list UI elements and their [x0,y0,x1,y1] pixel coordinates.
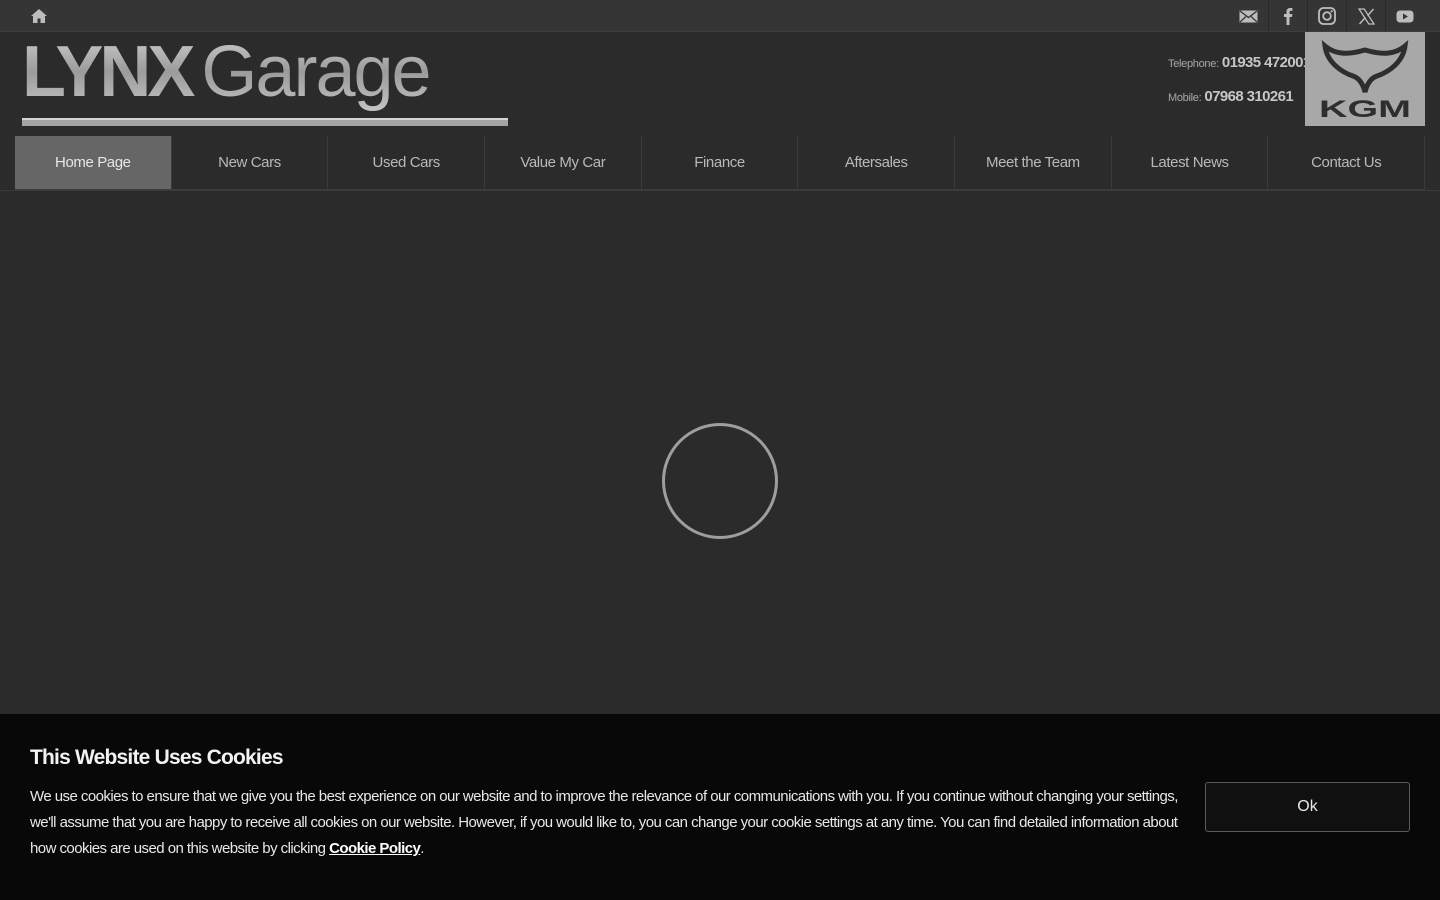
cookie-text-end: . [420,840,424,857]
cookie-banner: This Website Uses Cookies We use cookies… [0,714,1440,900]
telephone-row: Telephone: 01935 472001 [1168,54,1311,88]
cookie-title: This Website Uses Cookies [30,746,284,769]
cookie-text: We use cookies to ensure that we give yo… [30,784,1180,862]
email-link[interactable] [1229,0,1268,32]
nav-item-contact-us[interactable]: Contact Us [1268,136,1426,189]
facebook-link[interactable] [1268,0,1307,32]
home-link[interactable] [24,6,54,26]
x-icon [1357,7,1375,25]
mobile-row: Mobile: 07968 310261 [1168,88,1308,122]
instagram-link[interactable] [1307,0,1346,32]
nav-item-aftersales[interactable]: Aftersales [798,136,956,189]
email-icon [1239,9,1258,22]
contact-info: Telephone: 01935 472001 Mobile: 07968 31… [1168,54,1311,122]
mobile-label: Mobile: [1168,92,1202,104]
site-logo[interactable]: LYNX Garage [22,32,508,130]
logo-lynx-word: LYNX [22,34,195,112]
kgm-logo-text: KGM [1319,96,1411,123]
youtube-icon [1396,10,1414,22]
nav-item-home-page[interactable]: Home Page [15,136,172,189]
nav-item-value-my-car[interactable]: Value My Car [485,136,642,189]
kgm-brand-logo[interactable]: KGM [1305,32,1425,126]
top-bar [0,0,1440,32]
youtube-link[interactable] [1385,0,1424,32]
nav-item-used-cars[interactable]: Used Cars [328,136,486,189]
cookie-policy-link[interactable]: Cookie Policy [329,840,421,857]
cookie-ok-button[interactable]: Ok [1205,782,1410,832]
loading-spinner [662,423,778,539]
nav-item-latest-news[interactable]: Latest News [1112,136,1269,189]
cookie-text-main: We use cookies to ensure that we give yo… [30,788,1178,857]
mobile-number[interactable]: 07968 310261 [1204,88,1293,105]
main-nav: Home Page New Cars Used Cars Value My Ca… [15,136,1426,190]
telephone-label: Telephone: [1168,58,1219,70]
telephone-number[interactable]: 01935 472001 [1222,54,1311,71]
logo-lynx-text: LYNX Garage [22,34,430,112]
nav-item-new-cars[interactable]: New Cars [172,136,329,189]
logo-garage-word: Garage [201,34,429,112]
nav-item-finance[interactable]: Finance [642,136,799,189]
facebook-icon [1284,8,1293,25]
x-link[interactable] [1346,0,1385,32]
instagram-icon [1318,7,1336,25]
nav-item-meet-the-team[interactable]: Meet the Team [955,136,1112,189]
social-links [1229,0,1424,32]
home-icon [31,9,47,23]
nav-divider [0,190,1440,191]
